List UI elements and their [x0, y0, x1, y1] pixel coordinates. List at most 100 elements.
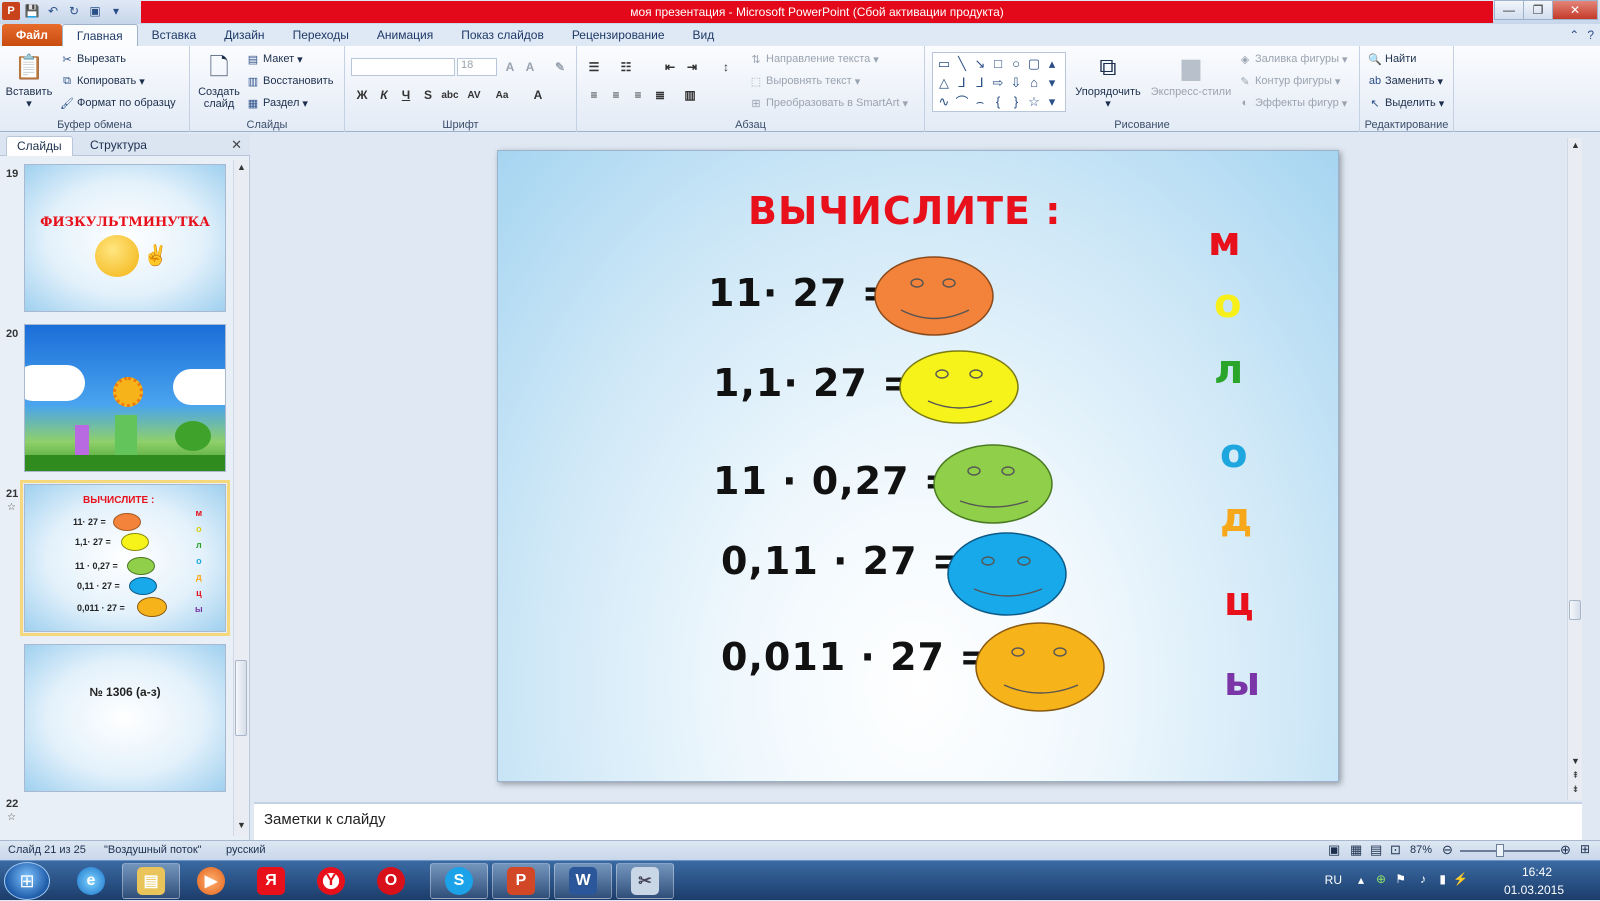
restore-button[interactable]: ❐	[1523, 0, 1553, 20]
slide-thumbnail-19[interactable]: ФИЗКУЛЬТМИНУТКА ✌	[24, 164, 226, 312]
zoom-slider[interactable]	[1460, 850, 1560, 852]
tab-insert[interactable]: Вставка	[138, 24, 211, 46]
word-letter[interactable]: о	[1220, 431, 1247, 477]
panel-scrollbar[interactable]: ▲ ▼	[233, 160, 248, 836]
scroll-down-icon[interactable]: ▼	[1568, 756, 1583, 770]
qat-customize-icon[interactable]: ▾	[107, 2, 125, 20]
paste-button[interactable]: 📋 Вставить ▾	[4, 52, 54, 111]
replace-button[interactable]: ab Заменить ▾	[1368, 74, 1443, 88]
slide-title[interactable]: ВЫЧИСЛИТЕ :	[748, 189, 1061, 233]
word-letter[interactable]: ы	[1224, 659, 1260, 705]
taskbar-opera[interactable]: O	[362, 863, 420, 899]
font-name-combo[interactable]	[351, 58, 455, 76]
char-spacing-icon[interactable]: AV	[465, 86, 483, 104]
tab-transitions[interactable]: Переходы	[279, 24, 363, 46]
align-right-icon[interactable]: ≡	[629, 86, 647, 104]
select-button[interactable]: ↖ Выделить ▾	[1368, 96, 1444, 110]
tray-expand-icon[interactable]: ▴	[1358, 873, 1364, 887]
italic-icon[interactable]: К	[375, 86, 393, 104]
scroll-up-icon[interactable]: ▲	[1568, 140, 1583, 154]
language-bar[interactable]: RU	[1325, 873, 1342, 887]
numbering-icon[interactable]: ☷	[617, 58, 635, 76]
smiley-icon[interactable]	[932, 443, 1054, 525]
taskbar-yandex-app[interactable]: Я	[242, 863, 300, 899]
prev-slide-icon[interactable]: ⇞	[1568, 770, 1583, 784]
start-button[interactable]: ⊞	[4, 862, 50, 900]
triangle-shape-icon[interactable]: △	[935, 73, 953, 92]
line-spacing-icon[interactable]: ↕	[717, 58, 735, 76]
tab-home[interactable]: Главная	[61, 24, 138, 46]
cut-button[interactable]: ✂ Вырезать	[60, 52, 126, 66]
tab-slideshow[interactable]: Показ слайдов	[447, 24, 558, 46]
rectangle-shape-icon[interactable]: □	[989, 54, 1007, 73]
minimize-button[interactable]: —	[1494, 0, 1524, 20]
grow-font-icon[interactable]: A	[501, 58, 519, 76]
smiley-icon[interactable]	[974, 621, 1106, 713]
line-shape-icon[interactable]: ╲	[953, 54, 971, 73]
undo-icon[interactable]: ↶	[44, 2, 62, 20]
shape-effects-button[interactable]: ◐ Эффекты фигур ▾	[1238, 96, 1348, 110]
reset-button[interactable]: ▥ Восстановить	[246, 74, 334, 88]
word-letter[interactable]: о	[1214, 281, 1241, 327]
equation[interactable]: 11 · 0,27 =	[713, 459, 957, 503]
textbox-shape-icon[interactable]: ▭	[935, 54, 953, 73]
right-arrow-shape-icon[interactable]: ⇨	[989, 73, 1007, 92]
slideshow-icon[interactable]: ▣	[86, 2, 104, 20]
taskbar-explorer[interactable]: ▤	[122, 863, 180, 899]
star-shape-icon[interactable]: ☆	[1025, 92, 1043, 111]
language-indicator[interactable]: русский	[226, 844, 265, 856]
format-painter-button[interactable]: 🖌 Формат по образцу	[60, 96, 176, 110]
normal-view-icon[interactable]: ▣	[1328, 842, 1340, 858]
align-center-icon[interactable]: ≡	[607, 86, 625, 104]
gallery-up-icon[interactable]: ▴	[1043, 54, 1061, 73]
theme-name[interactable]: "Воздушный поток"	[104, 844, 202, 856]
zoom-out-icon[interactable]: ⊖	[1442, 842, 1453, 858]
curve-shape-icon[interactable]: ∿	[935, 92, 953, 111]
elbow-arrow-shape-icon[interactable]: ⅃	[971, 73, 989, 92]
tab-animation[interactable]: Анимация	[363, 24, 447, 46]
section-button[interactable]: ▦ Раздел ▾	[246, 96, 308, 110]
increase-indent-icon[interactable]: ⇥	[683, 58, 701, 76]
find-button[interactable]: 🔍 Найти	[1368, 52, 1416, 66]
font-color-icon[interactable]: A	[529, 86, 547, 104]
powerpoint-logo-icon[interactable]: P	[2, 2, 20, 20]
taskbar-skype[interactable]: S	[430, 863, 488, 899]
network-plus-icon[interactable]: ⊕	[1376, 872, 1386, 886]
elbow-shape-icon[interactable]: ⅃	[953, 73, 971, 92]
arrange-button[interactable]: ⧉ Упорядочить ▾	[1071, 52, 1145, 111]
down-arrow-shape-icon[interactable]: ⇩	[1007, 73, 1025, 92]
reading-view-icon[interactable]: ▤	[1370, 842, 1382, 858]
bullets-icon[interactable]: ☰	[585, 58, 603, 76]
ribbon-collapse-icon[interactable]: ⌃	[1569, 28, 1579, 42]
word-letter[interactable]: ц	[1224, 579, 1254, 625]
layout-button[interactable]: ▤ Макет ▾	[246, 52, 303, 66]
scroll-down-icon[interactable]: ▼	[234, 820, 249, 834]
word-letter[interactable]: д	[1220, 495, 1252, 541]
smiley-icon[interactable]	[873, 255, 995, 337]
underline-icon[interactable]: Ч	[397, 86, 415, 104]
notes-placeholder[interactable]: Заметки к слайду	[264, 811, 386, 828]
slide-thumbnail-21[interactable]: ВЫЧИСЛИТЕ : 11· 27 = 1,1· 27 = 11 · 0,27…	[20, 480, 230, 636]
shadow-icon[interactable]: S	[419, 86, 437, 104]
gallery-down-icon[interactable]: ▾	[1043, 73, 1061, 92]
shapes-gallery[interactable]: ▭ ╲ ↘ □ ○ ▢ ▴ △ ⅃ ⅃ ⇨ ⇩ ⌂ ▾ ∿ ⌒ ⌢{} ☆ ▾	[932, 52, 1066, 112]
save-icon[interactable]: 💾	[23, 2, 41, 20]
freeform-shape-icon[interactable]: ⌂	[1025, 73, 1043, 92]
smartart-button[interactable]: ⊞ Преобразовать в SmartArt ▾	[749, 96, 908, 110]
strikethrough-icon[interactable]: abc	[441, 86, 459, 104]
justify-icon[interactable]: ≣	[651, 86, 669, 104]
zoom-in-icon[interactable]: ⊕	[1560, 842, 1571, 858]
taskbar-yandex-browser[interactable]: Y	[302, 863, 360, 899]
brace-right-shape-icon[interactable]: }	[1007, 92, 1025, 111]
oval-shape-icon[interactable]: ○	[1007, 54, 1025, 73]
slideshow-view-icon[interactable]: ⊡	[1390, 842, 1401, 858]
help-icon[interactable]: ?	[1587, 28, 1594, 42]
zoom-slider-handle[interactable]	[1496, 844, 1504, 857]
redo-icon[interactable]: ↻	[65, 2, 83, 20]
equation[interactable]: 0,11 · 27 =	[721, 539, 965, 583]
taskbar-paint[interactable]: ✂	[616, 863, 674, 899]
shrink-font-icon[interactable]: A	[521, 58, 539, 76]
change-case-icon[interactable]: Aa	[493, 86, 511, 104]
taskbar-ie[interactable]: e	[62, 863, 120, 899]
smiley-icon[interactable]	[946, 531, 1068, 617]
